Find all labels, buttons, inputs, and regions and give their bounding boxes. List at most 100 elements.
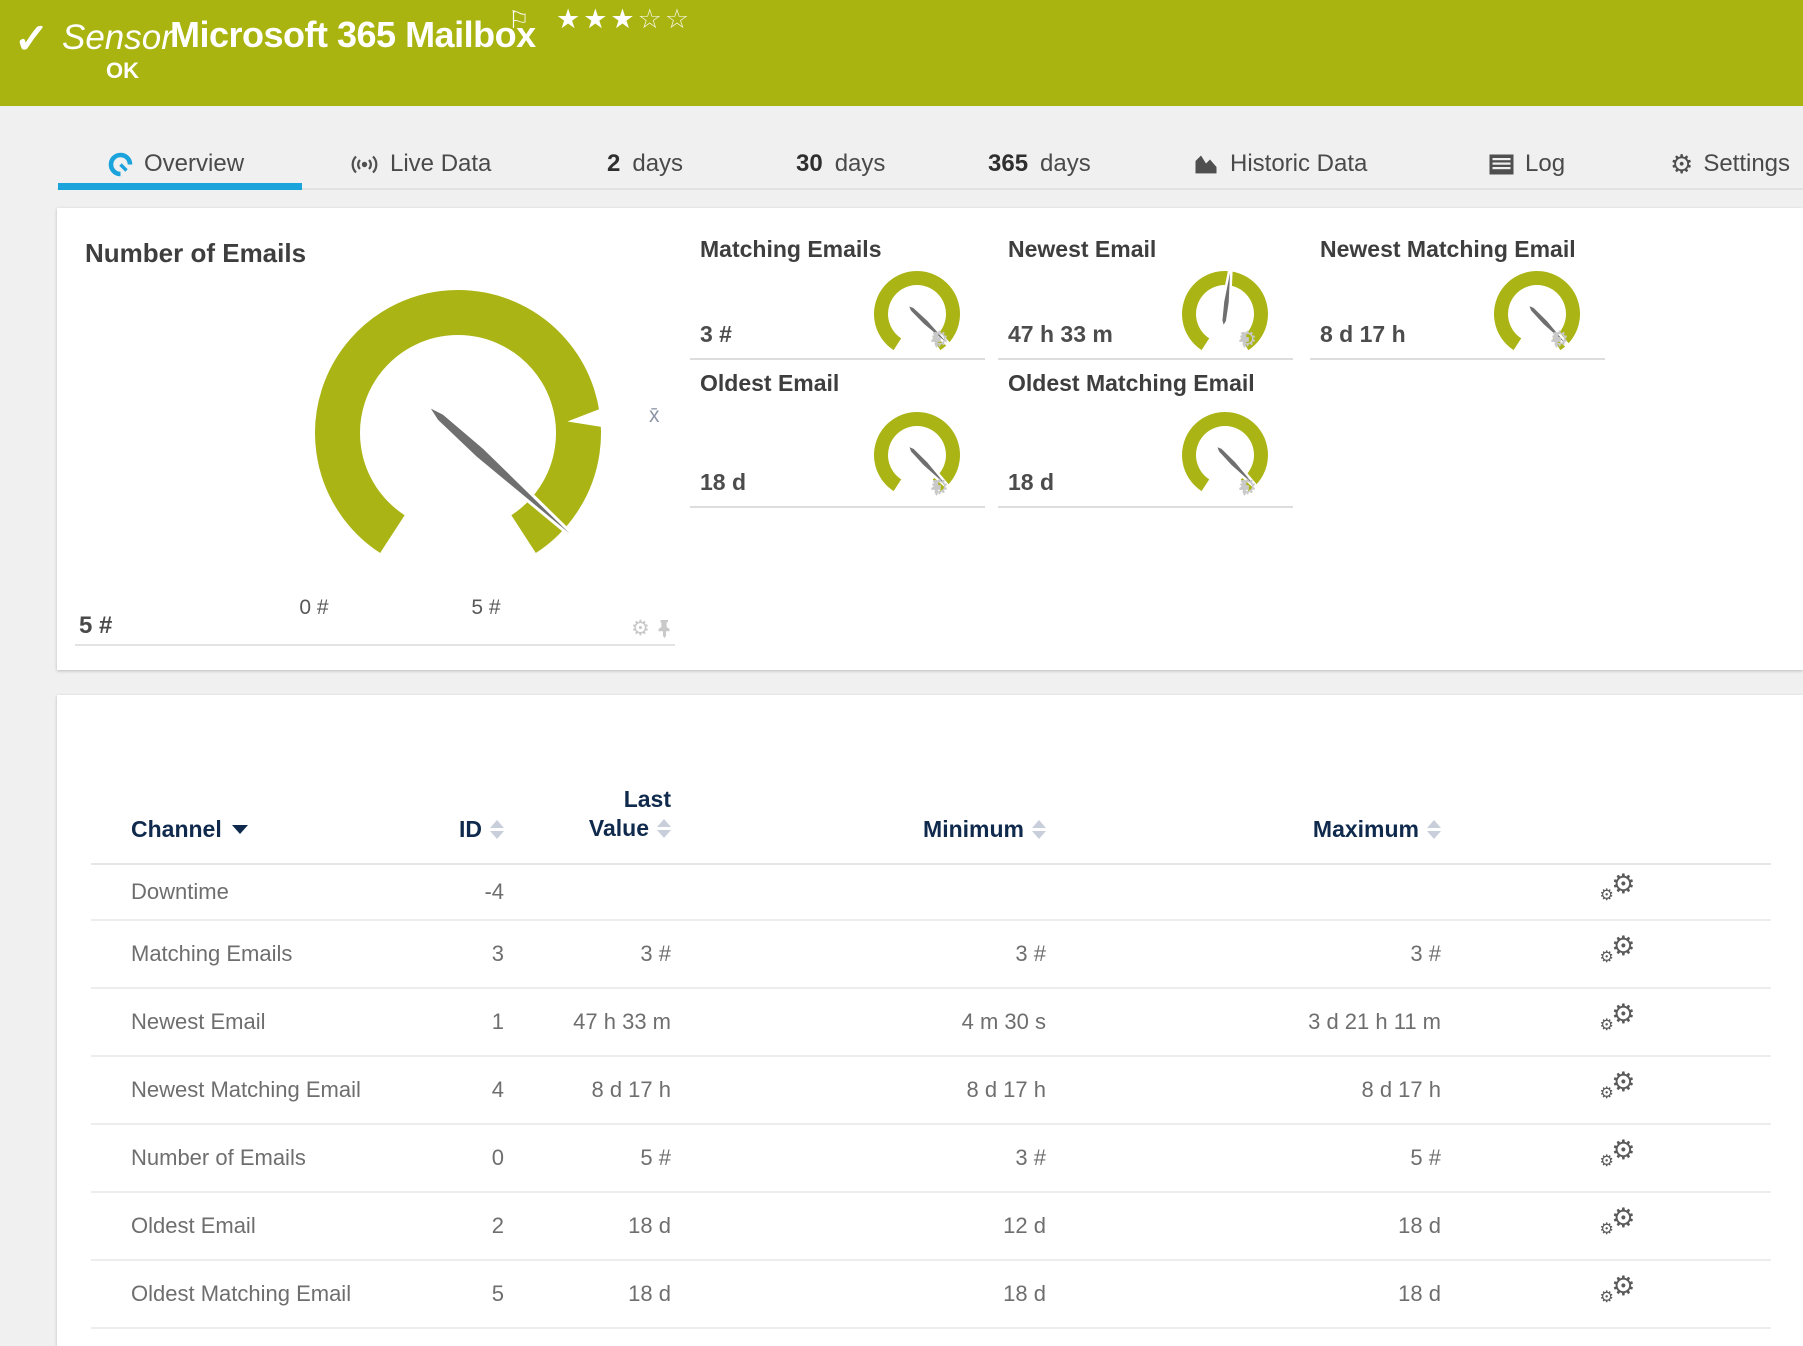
pin-icon[interactable] — [1238, 479, 1251, 496]
tab-label: Overview — [144, 150, 245, 177]
channel-table: Channel ID Last Value Minimum Maximum Do… — [91, 695, 1771, 1329]
column-header-id[interactable]: ID — [401, 816, 504, 843]
sort-icon — [1032, 819, 1046, 839]
channel-settings-icon[interactable]: ⚙ ⚙ — [1600, 1067, 1636, 1107]
cell-last: 3 # — [640, 940, 671, 966]
tab-365-days[interactable]: 365 days — [988, 146, 1091, 182]
flag-icon[interactable]: ⚐ — [508, 6, 530, 35]
cell-id: 3 — [491, 940, 504, 966]
broadcast-icon — [351, 155, 378, 173]
mini-gauge-actions: ⚙ — [1550, 327, 1569, 352]
gauge-icon — [108, 152, 133, 176]
tab-label: days — [1040, 150, 1091, 177]
cell-last: 18 d — [628, 1212, 671, 1238]
table-row-newest-matching-email: Newest Matching Email 4 8 d 17 h 8 d 17 … — [91, 1057, 1771, 1125]
pin-icon[interactable] — [930, 331, 943, 348]
stars-empty[interactable]: ☆☆ — [638, 4, 692, 34]
tab-settings[interactable]: ⚙ Settings — [1670, 146, 1790, 182]
column-label: Last — [623, 786, 671, 812]
pin-icon[interactable] — [1238, 331, 1251, 348]
area-chart-icon — [1195, 155, 1217, 174]
tab-log[interactable]: Log — [1488, 146, 1565, 182]
log-icon — [1489, 154, 1514, 174]
gauge-card-oldest-email: Oldest Email 18 d ⚙ — [690, 368, 985, 508]
sensor-title: Microsoft 365 Mailbox — [170, 14, 536, 55]
pin-icon[interactable] — [657, 619, 672, 638]
gear-icon: ⚙ — [1670, 148, 1694, 179]
mini-gauge-value: 18 d — [700, 469, 747, 495]
gauge-card-newest-matching-email: Newest Matching Email 8 d 17 h ⚙ — [1310, 234, 1605, 360]
divider — [1310, 358, 1605, 360]
cell-id: 0 — [491, 1144, 504, 1170]
sort-icon — [1427, 819, 1441, 839]
tab-historic-data[interactable]: Historic Data — [1193, 146, 1367, 182]
cell-max: 18 d — [1398, 1212, 1441, 1238]
cell-channel[interactable]: Newest Email — [91, 1009, 401, 1035]
cell-id: 4 — [491, 1076, 504, 1102]
mini-gauge-value: 47 h 33 m — [1008, 321, 1113, 347]
channel-settings-icon[interactable]: ⚙ ⚙ — [1600, 931, 1636, 971]
cell-last: 47 h 33 m — [573, 1008, 671, 1034]
cell-channel[interactable]: Number of Emails — [91, 1145, 401, 1171]
cell-max: 5 # — [1410, 1144, 1441, 1170]
cell-channel[interactable]: Oldest Email — [91, 1213, 401, 1239]
tab-2-days[interactable]: 2 days — [607, 146, 683, 182]
table-header-row: Channel ID Last Value Minimum Maximum — [91, 695, 1771, 865]
cell-channel[interactable]: Oldest Matching Email — [91, 1281, 401, 1307]
tab-overview[interactable]: Overview — [107, 146, 244, 182]
status-check-icon: ✓ — [14, 15, 50, 62]
channel-settings-icon[interactable]: ⚙ ⚙ — [1600, 869, 1636, 909]
tab-label: days — [834, 150, 886, 177]
status-badge: OK — [106, 58, 139, 83]
cell-max: 18 d — [1398, 1280, 1441, 1306]
cell-min: 12 d — [1003, 1212, 1046, 1238]
pin-icon[interactable] — [1550, 331, 1563, 348]
divider — [998, 358, 1293, 360]
average-marker: x̄ — [649, 404, 660, 427]
gauge-card-newest-email: Newest Email 47 h 33 m ⚙ — [998, 234, 1293, 360]
cell-last: 5 # — [640, 1144, 671, 1170]
sort-icon — [490, 819, 504, 839]
priority-stars[interactable]: ★★★☆☆ — [556, 4, 692, 35]
tab-live-data[interactable]: Live Data — [349, 146, 491, 182]
sort-desc-icon — [231, 824, 248, 834]
gauge-scale-max: 5 # — [471, 596, 501, 619]
cell-last: 18 d — [628, 1280, 671, 1306]
cell-max: 3 # — [1410, 940, 1441, 966]
sensor-header: ✓ Sensor Microsoft 365 Mailbox ⚐ ★★★☆☆ O… — [0, 0, 1803, 106]
primary-gauge-title: Number of Emails — [85, 238, 307, 268]
gear-icon[interactable]: ⚙ — [631, 616, 650, 641]
cell-max: 8 d 17 h — [1361, 1076, 1441, 1102]
primary-gauge-value: 5 # — [79, 612, 113, 639]
column-header-maximum[interactable]: Maximum — [1046, 816, 1441, 843]
column-header-last-value[interactable]: Last Value — [504, 785, 671, 843]
pin-icon[interactable] — [930, 479, 943, 496]
channels-panel: Channel ID Last Value Minimum Maximum Do… — [57, 695, 1803, 1346]
channel-settings-icon[interactable]: ⚙ ⚙ — [1600, 1135, 1636, 1175]
tab-number: 2 — [607, 150, 621, 177]
channel-settings-icon[interactable]: ⚙ ⚙ — [1600, 1271, 1636, 1311]
tab-label: Historic Data — [1230, 150, 1368, 177]
cell-channel[interactable]: Matching Emails — [91, 941, 401, 967]
mini-gauge-title: Matching Emails — [700, 236, 882, 262]
column-label: Minimum — [923, 815, 1024, 842]
active-tab-underline — [58, 183, 302, 190]
channel-settings-icon[interactable]: ⚙ ⚙ — [1600, 999, 1636, 1039]
cell-channel[interactable]: Newest Matching Email — [91, 1077, 401, 1103]
cell-id: -4 — [484, 878, 504, 904]
mini-gauge-actions: ⚙ — [1238, 475, 1257, 500]
column-header-channel[interactable]: Channel — [91, 816, 401, 843]
mini-gauge-actions: ⚙ — [930, 327, 949, 352]
mini-gauge — [874, 412, 960, 498]
mini-gauge-title: Newest Matching Email — [1320, 236, 1576, 262]
gauge-card-oldest-matching-email: Oldest Matching Email 18 d ⚙ — [998, 368, 1293, 508]
divider — [75, 644, 675, 646]
stars-filled[interactable]: ★★★ — [556, 4, 638, 34]
gauges-panel: Number of Emails x̄ 0 # 5 # 5 # ⚙ Matchi… — [57, 208, 1803, 670]
cell-channel[interactable]: Downtime — [91, 879, 401, 905]
tab-30-days[interactable]: 30 days — [796, 146, 885, 182]
table-row-oldest-matching-email: Oldest Matching Email 5 18 d 18 d 18 d ⚙… — [91, 1261, 1771, 1329]
channel-settings-icon[interactable]: ⚙ ⚙ — [1600, 1203, 1636, 1243]
column-header-minimum[interactable]: Minimum — [671, 816, 1046, 843]
entity-type-label: Sensor — [62, 18, 173, 57]
